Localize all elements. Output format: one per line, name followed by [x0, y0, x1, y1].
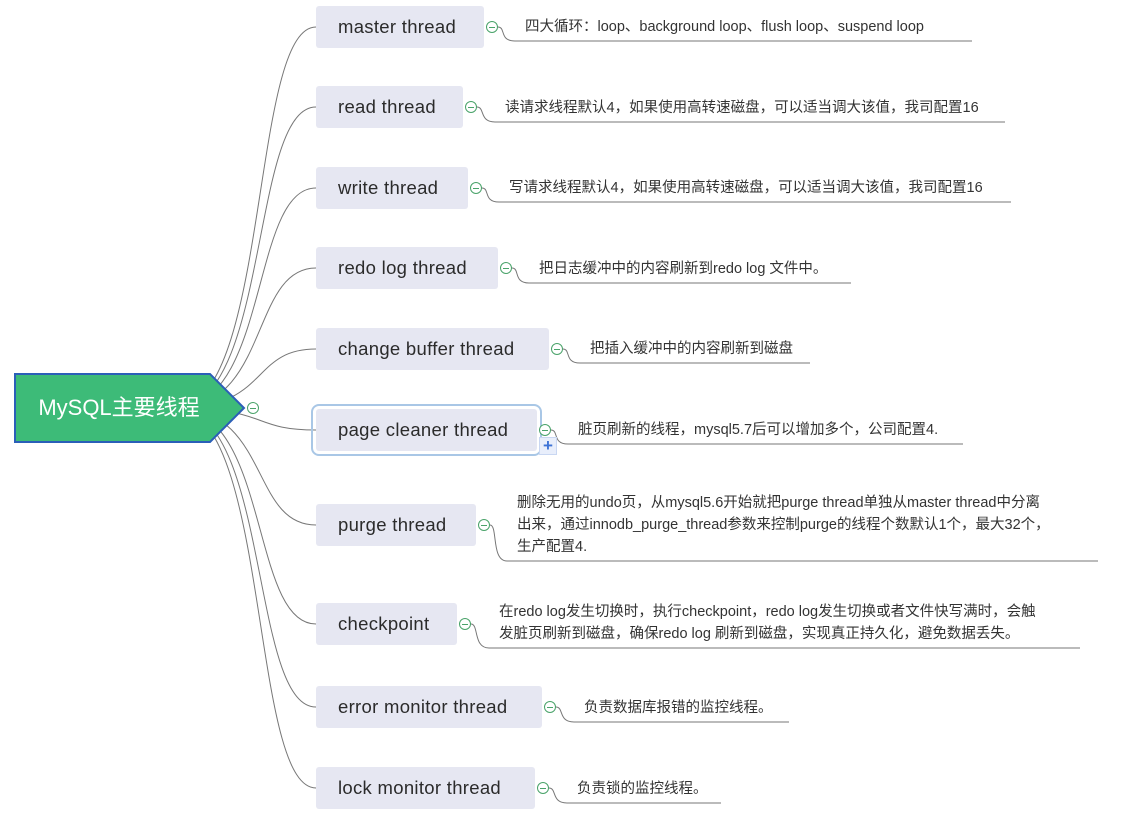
central-topic-label: MySQL主要线程	[38, 395, 200, 420]
branch-connector	[174, 26, 317, 409]
collapse-toggle-icon[interactable]	[500, 262, 512, 274]
topic-lock-monitor-thread[interactable]: lock monitor thread	[316, 767, 535, 809]
collapse-toggle-icon[interactable]	[544, 701, 556, 713]
topic-note: 删除无用的undo页，从mysql5.6开始就把purge thread单独从m…	[517, 495, 1050, 555]
branch-connector	[174, 106, 317, 409]
topic-note: 负责锁的监控线程。	[577, 781, 708, 797]
topic-note: 在redo log发生切换时，执行checkpoint，redo log发生切换…	[499, 604, 1036, 642]
topic-note: 把插入缓冲中的内容刷新到磁盘	[590, 341, 793, 357]
topic-purge-thread[interactable]: purge thread	[316, 504, 476, 546]
topic-note: 把日志缓冲中的内容刷新到redo log 文件中。	[539, 261, 828, 277]
topic-redo-log-thread[interactable]: redo log thread	[316, 247, 498, 289]
topic-read-thread[interactable]: read thread	[316, 86, 463, 128]
collapse-toggle-icon[interactable]	[551, 343, 563, 355]
branch-connector	[174, 407, 317, 789]
collapse-toggle-icon[interactable]	[539, 424, 551, 436]
collapse-toggle-icon[interactable]	[478, 519, 490, 531]
root-collapse-toggle-icon[interactable]	[247, 402, 259, 414]
topic-note: 四大循环：loop、background loop、flush loop、sus…	[525, 19, 924, 35]
topic-error-monitor-thread[interactable]: error monitor thread	[316, 686, 542, 728]
topic-note: 负责数据库报错的监控线程。	[584, 700, 773, 716]
collapse-toggle-icon[interactable]	[486, 21, 498, 33]
collapse-toggle-icon[interactable]	[470, 182, 482, 194]
collapse-toggle-icon[interactable]	[465, 101, 477, 113]
topic-note: 写请求线程默认4，如果使用高转速磁盘，可以适当调大该值，我司配置16	[509, 180, 983, 196]
central-topic[interactable]: MySQL主要线程	[14, 373, 246, 443]
topic-checkpoint[interactable]: checkpoint	[316, 603, 457, 645]
topic-note: 读请求线程默认4，如果使用高转速磁盘，可以适当调大该值，我司配置16	[505, 100, 979, 116]
add-subtopic-plus-icon[interactable]: +	[539, 437, 557, 455]
topic-change-buffer-thread[interactable]: change buffer thread	[316, 328, 549, 370]
topic-write-thread[interactable]: write thread	[316, 167, 468, 209]
collapse-toggle-icon[interactable]	[459, 618, 471, 630]
collapse-toggle-icon[interactable]	[537, 782, 549, 794]
topic-master-thread[interactable]: master thread	[316, 6, 484, 48]
topic-page-cleaner-thread[interactable]: page cleaner thread	[311, 404, 542, 456]
topic-note: 脏页刷新的线程，mysql5.7后可以增加多个，公司配置4.	[578, 422, 939, 438]
branch-connector	[174, 407, 317, 708]
mind-map-canvas: MySQL主要线程 master thread 四大循环：loop、backgro…	[0, 0, 1124, 821]
